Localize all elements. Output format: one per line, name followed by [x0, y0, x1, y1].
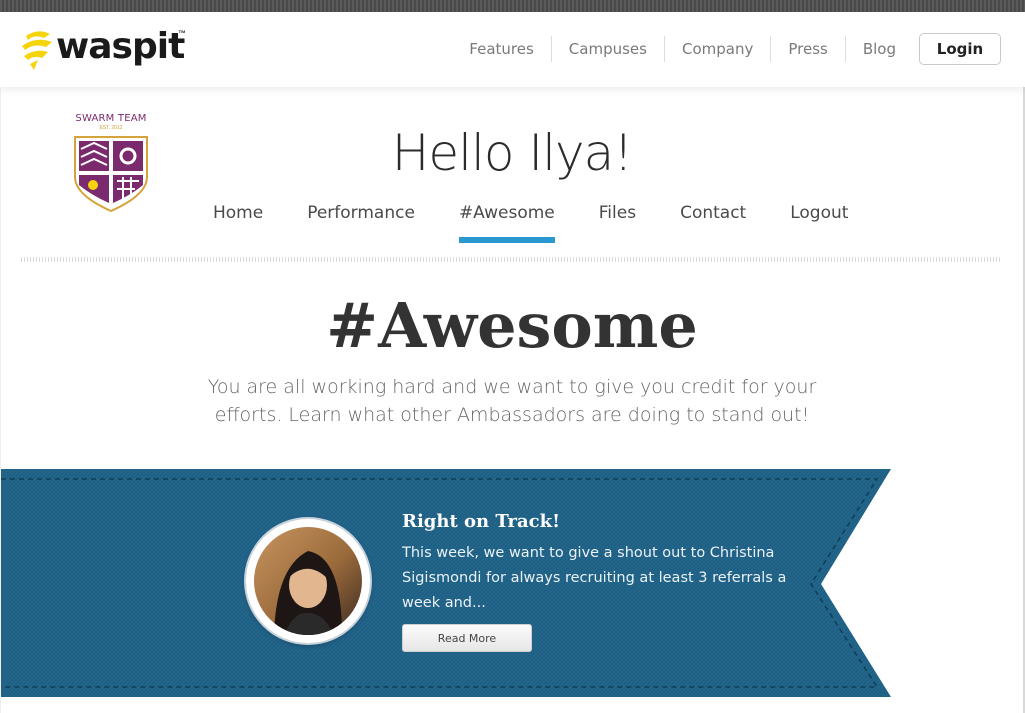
tab-home[interactable]: Home: [213, 203, 263, 233]
tab-contact[interactable]: Contact: [680, 203, 746, 233]
login-button[interactable]: Login: [919, 33, 1001, 65]
nav-company[interactable]: Company: [663, 36, 770, 62]
top-nav: Features Campuses Company Press Blog Log…: [452, 33, 1025, 65]
nav-blog[interactable]: Blog: [844, 36, 913, 62]
avatar-photo: [254, 527, 362, 635]
tab-logout[interactable]: Logout: [790, 203, 848, 233]
browser-chrome-strip: [0, 0, 1025, 12]
feature-card-title: Right on Track!: [402, 511, 560, 532]
nav-features[interactable]: Features: [452, 36, 551, 62]
waspit-logo-icon[interactable]: [20, 28, 54, 70]
page-title: #Awesome: [326, 289, 698, 362]
tab-performance[interactable]: Performance: [307, 203, 415, 233]
section-divider: [21, 257, 1001, 262]
nav-campuses[interactable]: Campuses: [550, 36, 664, 62]
tab-files[interactable]: Files: [599, 203, 636, 233]
badge-title: SWARM TEAM: [75, 113, 147, 124]
page-intro-text: You are all working hard and we want to …: [207, 376, 817, 426]
avatar: [246, 519, 370, 643]
nav-press[interactable]: Press: [770, 36, 844, 62]
main-content: SWARM TEAM EST. 2012 Hello Ilya! Home Pe…: [0, 87, 1025, 713]
tab-awesome[interactable]: #Awesome: [458, 203, 555, 243]
feature-card-text: This week, we want to give a shout out t…: [402, 545, 787, 611]
read-more-button[interactable]: Read More: [402, 624, 532, 652]
section-nav: Home Performance #Awesome Files Contact …: [191, 203, 870, 243]
logo-wordmark[interactable]: waspit: [56, 26, 185, 67]
page-greeting: Hello Ilya!: [391, 124, 634, 182]
logo-trademark: ™: [178, 29, 186, 38]
site-header: waspit ™ Features Campuses Company Press…: [0, 12, 1025, 87]
